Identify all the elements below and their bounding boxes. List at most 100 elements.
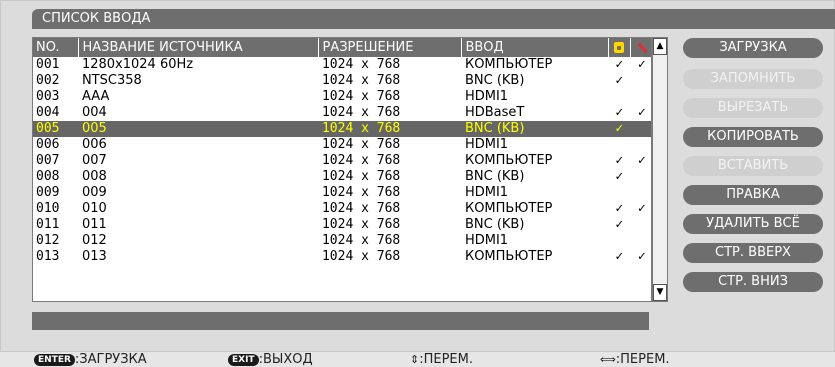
cell-lock: ✓: [615, 153, 624, 168]
col-header-no: NO.: [33, 38, 80, 57]
cell-resolution: 1024 x 768: [318, 121, 462, 137]
cell-edit: [630, 121, 651, 137]
table-row[interactable]: 013 013 1024 x 768 КОМПЬЮТЕР ✓ ✓: [33, 249, 651, 265]
action-button-8[interactable]: СТР. ВВЕРХ: [683, 243, 823, 263]
cell-name: 005: [78, 121, 319, 137]
action-button-4[interactable]: КОПИРОВАТЬ: [683, 127, 823, 147]
up-down-arrow-icon: ⇕: [410, 353, 420, 366]
action-button-2[interactable]: ЗАПОМНИТЬ: [683, 69, 823, 89]
status-bar: [32, 312, 649, 330]
cell-lock: ✓: [615, 169, 624, 184]
wrench-icon: [637, 42, 647, 53]
cell-no: 001: [36, 57, 60, 72]
cell-resolution: 1024 x 768: [321, 185, 401, 200]
action-button-6[interactable]: ПРАВКА: [683, 185, 823, 205]
cell-edit: ✓: [637, 201, 646, 216]
footer-hints: ENTER:ЗАГРУЗКА EXIT:ВЫХОД ⇕:ПЕРЕМ. ⟺:ПЕР…: [0, 352, 835, 367]
cell-resolution: 1024 x 768: [321, 249, 401, 264]
action-button-5[interactable]: ВСТАВИТЬ: [683, 156, 823, 176]
cell-name: NTSC358: [81, 73, 142, 88]
cell-input: КОМПЬЮТЕР: [464, 153, 553, 168]
cell-lock: ✓: [615, 57, 624, 72]
cell-input: BNC (KB): [464, 217, 525, 232]
cell-resolution: 1024 x 768: [321, 89, 401, 104]
window-title: СПИСОК ВВОДА: [42, 11, 151, 26]
action-button-3[interactable]: ВЫРЕЗАТЬ: [683, 98, 823, 118]
cell-resolution: 1024 x 768: [321, 169, 401, 184]
cell-no: 013: [36, 249, 60, 264]
cell-input: КОМПЬЮТЕР: [464, 201, 553, 216]
cell-input: BNC (KB): [461, 121, 609, 137]
cell-name: 1280x1024 60Hz: [81, 57, 194, 72]
cell-resolution: 1024 x 768: [321, 233, 401, 248]
cell-resolution: 1024 x 768: [321, 57, 401, 72]
cell-lock: [608, 89, 630, 105]
lock-icon: [614, 42, 625, 53]
cell-edit: [631, 73, 652, 89]
table-row[interactable]: 010 010 1024 x 768 КОМПЬЮТЕР ✓ ✓: [33, 201, 651, 217]
table-header-row: NO. НАЗВАНИЕ ИСТОЧНИКА РАЗРЕШЕНИЕ ВВОД: [33, 38, 651, 57]
table-row[interactable]: 004 004 1024 x 768 HDBaseT ✓ ✓: [33, 105, 651, 121]
table-row[interactable]: 001 1280x1024 60Hz 1024 x 768 КОМПЬЮТЕР ✓ ✓: [33, 57, 651, 73]
scroll-up-button[interactable]: ▲: [653, 38, 667, 55]
title-bar: СПИСОК ВВОДА: [32, 9, 835, 29]
cell-resolution: 1024 x 768: [321, 73, 401, 88]
hint-exit: EXIT:ВЫХОД: [228, 352, 313, 367]
col-header-resolution: РАЗРЕШЕНИЕ: [318, 38, 463, 57]
cell-no: 005: [33, 121, 79, 137]
cell-lock: ✓: [615, 73, 624, 88]
table-row[interactable]: 002 NTSC358 1024 x 768 BNC (KB) ✓: [33, 73, 652, 89]
cell-input: HDBaseT: [464, 105, 525, 120]
table-row[interactable]: 008 008 1024 x 768 BNC (KB) ✓: [33, 169, 652, 185]
cell-name: 004: [81, 105, 107, 120]
table-row[interactable]: 009 009 1024 x 768 HDMI1: [33, 185, 651, 201]
hint-updown-label: :ПЕРЕМ.: [419, 352, 473, 367]
cell-lock: [608, 185, 630, 201]
exit-key-badge: EXIT: [228, 353, 259, 366]
table-row[interactable]: 003 AAA 1024 x 768 HDMI1: [33, 89, 651, 105]
cell-no: 006: [36, 137, 60, 152]
input-list-table: NO. НАЗВАНИЕ ИСТОЧНИКА РАЗРЕШЕНИЕ ВВОД 0…: [32, 37, 652, 302]
table-row[interactable]: 005 005 1024 x 768 BNC (KB) ✓: [33, 121, 651, 137]
hint-exit-label: :ВЫХОД: [258, 352, 313, 367]
cell-resolution: 1024 x 768: [321, 137, 401, 152]
cell-edit: [631, 233, 652, 249]
cell-no: 011: [36, 217, 60, 232]
cell-input: HDMI1: [464, 89, 509, 104]
cell-name: AAA: [81, 89, 110, 104]
hint-enter-label: :ЗАГРУЗКА: [74, 352, 147, 367]
cell-no: 004: [36, 105, 60, 120]
cell-edit: [631, 137, 652, 153]
table-row[interactable]: 007 007 1024 x 768 КОМПЬЮТЕР ✓ ✓: [33, 153, 651, 169]
cell-edit: ✓: [637, 57, 646, 72]
enter-key-badge: ENTER: [34, 353, 75, 366]
table-scrollbar[interactable]: ▲ ▼: [652, 37, 668, 302]
cell-name: 009: [81, 185, 107, 200]
cell-input: КОМПЬЮТЕР: [464, 249, 553, 264]
cell-name: 013: [81, 249, 107, 264]
cell-name: 011: [81, 217, 107, 232]
cell-lock: ✓: [615, 201, 624, 216]
cell-resolution: 1024 x 768: [321, 201, 401, 216]
left-right-arrow-icon: ⟺: [600, 353, 616, 366]
cell-resolution: 1024 x 768: [321, 217, 401, 232]
cell-input: BNC (KB): [464, 73, 525, 88]
table-row[interactable]: 012 012 1024 x 768 HDMI1: [33, 233, 652, 249]
table-row[interactable]: 006 006 1024 x 768 HDMI1: [33, 137, 652, 153]
cell-edit: [631, 169, 652, 185]
action-button-1[interactable]: ЗАГРУЗКА: [683, 38, 823, 58]
col-header-edit: [630, 38, 651, 57]
action-button-7[interactable]: УДАЛИТЬ ВСЁ: [683, 214, 823, 234]
cell-lock: ✓: [608, 121, 631, 137]
cell-resolution: 1024 x 768: [321, 105, 401, 120]
cell-edit: ✓: [637, 153, 646, 168]
cell-input: КОМПЬЮТЕР: [464, 57, 553, 72]
scroll-down-button[interactable]: ▼: [653, 284, 667, 301]
action-button-9[interactable]: СТР. ВНИЗ: [683, 272, 823, 292]
cell-lock: ✓: [615, 249, 624, 264]
cell-no: 009: [36, 185, 60, 200]
table-row[interactable]: 011 011 1024 x 768 BNC (KB) ✓: [33, 217, 651, 233]
cell-input: BNC (KB): [464, 169, 525, 184]
input-list-dialog: СПИСОК ВВОДА NO. НАЗВАНИЕ ИСТОЧНИКА РАЗР…: [0, 0, 835, 352]
cell-input: HDMI1: [464, 137, 509, 152]
